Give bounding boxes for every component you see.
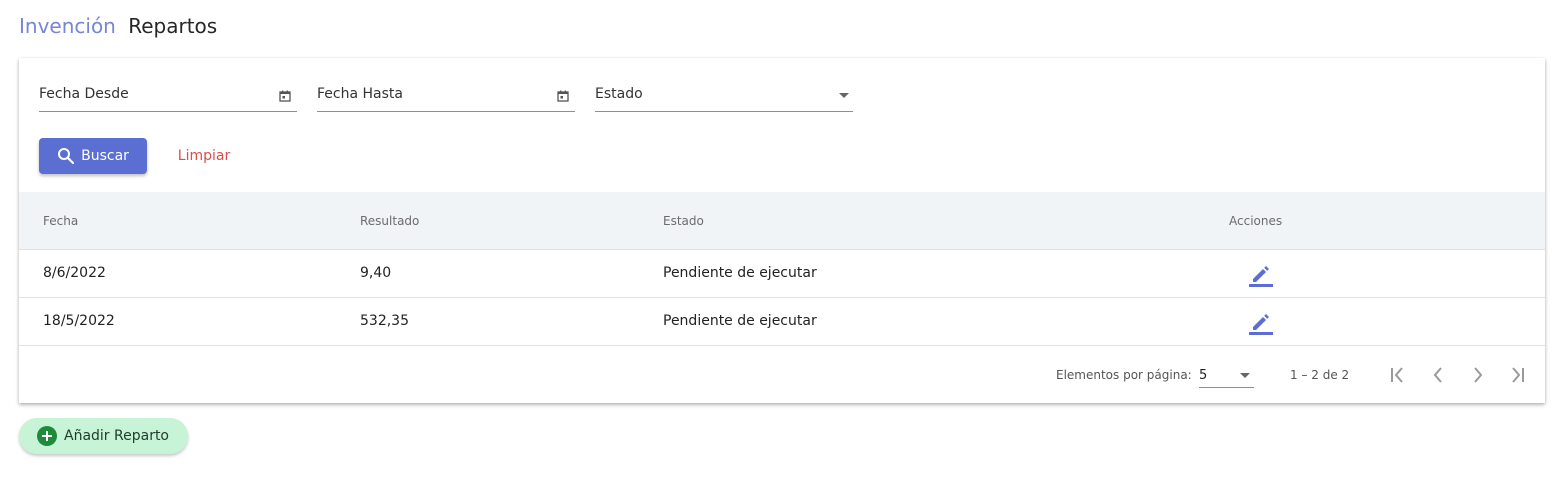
table-row: 18/5/2022 532,35 Pendiente de ejecutar [19, 298, 1545, 346]
fecha-desde-label: Fecha Desde [39, 86, 129, 102]
edit-icon[interactable] [1248, 309, 1274, 335]
cell-estado: Pendiente de ejecutar [663, 265, 817, 281]
chevron-down-icon [1240, 373, 1250, 378]
page-size-select[interactable]: 5 [1199, 362, 1254, 388]
chevron-down-icon [839, 93, 849, 98]
fecha-hasta-label: Fecha Hasta [317, 86, 403, 102]
calendar-icon[interactable] [557, 90, 569, 102]
breadcrumb-link-invencion[interactable]: Invención [19, 14, 116, 38]
paginator: Elementos por página: 5 1 – 2 de 2 [19, 346, 1545, 403]
buscar-label: Buscar [81, 148, 129, 164]
estado-label: Estado [595, 86, 643, 102]
limpiar-label: Limpiar [177, 148, 231, 164]
estado-select[interactable]: Estado [595, 84, 853, 112]
next-page-icon[interactable] [1466, 363, 1490, 387]
table-row: 8/6/2022 9,40 Pendiente de ejecutar [19, 250, 1545, 298]
search-icon [58, 148, 75, 165]
column-header-estado[interactable]: Estado [663, 214, 704, 228]
table-header: Fecha Resultado Estado Acciones [19, 192, 1545, 250]
cell-fecha: 8/6/2022 [43, 265, 106, 281]
add-reparto-button[interactable]: Añadir Reparto [19, 418, 188, 454]
cell-fecha: 18/5/2022 [43, 313, 115, 329]
column-header-acciones: Acciones [1229, 214, 1283, 228]
breadcrumb: Invención Repartos [19, 12, 217, 40]
page-title: Repartos [128, 14, 218, 38]
first-page-icon[interactable] [1386, 363, 1410, 387]
calendar-icon[interactable] [279, 90, 291, 102]
page-size-label: Elementos por página: [1056, 368, 1192, 382]
edit-icon[interactable] [1248, 261, 1274, 287]
cell-resultado: 532,35 [360, 313, 409, 329]
page-size-value: 5 [1199, 368, 1208, 383]
add-reparto-label: Añadir Reparto [64, 428, 169, 444]
page-range: 1 – 2 de 2 [1290, 368, 1350, 382]
fecha-hasta-field[interactable]: Fecha Hasta [317, 84, 575, 112]
previous-page-icon[interactable] [1426, 363, 1450, 387]
buscar-button[interactable]: Buscar [39, 138, 147, 174]
last-page-icon[interactable] [1505, 363, 1529, 387]
cell-estado: Pendiente de ejecutar [663, 313, 817, 329]
repartos-card: Fecha Desde Fecha Hasta Estado Buscar Li… [19, 58, 1545, 403]
limpiar-button[interactable]: Limpiar [165, 138, 243, 174]
cell-resultado: 9,40 [360, 265, 392, 281]
add-circle-icon [37, 426, 57, 446]
column-header-resultado[interactable]: Resultado [360, 214, 419, 228]
column-header-fecha[interactable]: Fecha [43, 214, 78, 228]
fecha-desde-field[interactable]: Fecha Desde [39, 84, 297, 112]
